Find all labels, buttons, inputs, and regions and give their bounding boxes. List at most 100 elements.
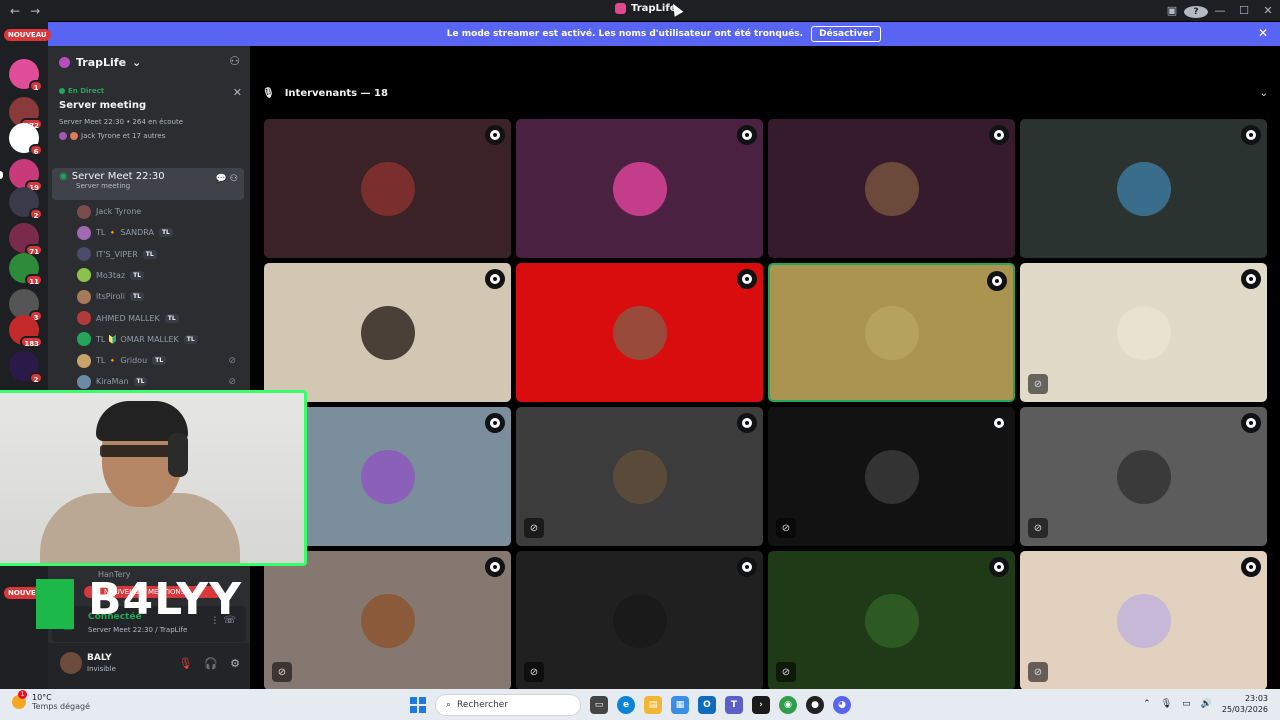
server-icon[interactable]: 19: [9, 159, 43, 192]
search-icon: ⌕: [446, 700, 452, 710]
mic-tray-icon[interactable]: 🎙: [1161, 699, 1172, 709]
settings-gear-icon[interactable]: ⚙: [230, 657, 240, 670]
speaker-tile[interactable]: [768, 119, 1015, 258]
moderator-badge-icon[interactable]: [485, 269, 505, 289]
voice-user[interactable]: TL 🔸 SANDRA TL: [77, 224, 242, 241]
speaker-tile[interactable]: ⊘: [768, 407, 1015, 546]
role-badge: TL: [133, 377, 148, 387]
speaker-tile[interactable]: ⊘: [1020, 551, 1267, 690]
stage-area: 🎙 Intervenants — 18 ⌄ ⊘ ⊘ ⊘ ⊘ ⊘ ⊘ ⊘ ⊘: [250, 46, 1280, 690]
obs-icon[interactable]: ●: [806, 696, 824, 714]
moderator-badge-icon[interactable]: [1241, 269, 1261, 289]
moderator-badge-icon[interactable]: [1241, 557, 1261, 577]
minimize-button[interactable]: —: [1208, 4, 1232, 17]
moderator-badge-icon[interactable]: [989, 413, 1009, 433]
moderator-badge-icon[interactable]: [485, 125, 505, 145]
headphones-icon[interactable]: 🎧: [204, 657, 218, 670]
close-card-icon[interactable]: ✕: [233, 86, 242, 99]
moderator-badge-icon[interactable]: [989, 125, 1009, 145]
server-icon[interactable]: 6: [9, 123, 43, 156]
weather-widget[interactable]: 1 10°C Temps dégagé: [12, 690, 90, 711]
moderator-badge-icon[interactable]: [737, 557, 757, 577]
help-icon[interactable]: ?: [1184, 4, 1208, 18]
moderator-badge-icon[interactable]: [989, 557, 1009, 577]
voice-user[interactable]: KiraMan TL ⊘: [77, 373, 242, 390]
edge-icon[interactable]: e: [617, 696, 635, 714]
chrome-icon[interactable]: ◉: [779, 696, 797, 714]
speaker-tile[interactable]: ⊘: [516, 407, 763, 546]
moderator-badge-icon[interactable]: [737, 269, 757, 289]
discord-app: ← → TrapLife ▣ ? — ☐ ✕ Le mode streamer …: [0, 0, 1280, 720]
chevron-down-icon[interactable]: ⌄: [1260, 88, 1268, 99]
speaker-tile[interactable]: [1020, 119, 1267, 258]
disable-streamer-button[interactable]: Désactiver: [811, 26, 882, 42]
server-icon[interactable]: 11: [9, 253, 43, 286]
mouse-cursor-icon: [668, 1, 684, 17]
server-icon[interactable]: 71: [9, 223, 43, 256]
outlook-icon[interactable]: O: [698, 696, 716, 714]
clock[interactable]: 23:03 25/03/2026: [1222, 693, 1268, 715]
voice-user[interactable]: AHMED MALLEK TL: [77, 310, 242, 327]
user-name[interactable]: BALY: [87, 653, 112, 663]
mic-muted-icon[interactable]: 🎙: [178, 657, 192, 670]
mic-muted-icon: ⊘: [228, 355, 236, 366]
speaker-tile[interactable]: [264, 119, 511, 258]
close-banner-icon[interactable]: ✕: [1258, 26, 1268, 40]
speaker-tile[interactable]: ⊘: [516, 551, 763, 690]
moderator-badge-icon[interactable]: [1241, 413, 1261, 433]
back-arrow-icon[interactable]: ←: [10, 4, 20, 18]
terminal-icon[interactable]: ›: [752, 696, 770, 714]
teams-icon[interactable]: T: [725, 696, 743, 714]
forward-arrow-icon[interactable]: →: [30, 4, 40, 18]
server-icon[interactable]: 2: [9, 351, 43, 384]
speaker-tile[interactable]: ⊘: [1020, 407, 1267, 546]
chat-icon[interactable]: 💬 ⚇: [216, 174, 238, 184]
server-icon[interactable]: 183: [9, 315, 43, 348]
chevron-down-icon: ⌄: [132, 55, 142, 69]
discord-icon[interactable]: ◕: [833, 696, 851, 714]
speaker-tile[interactable]: [264, 263, 511, 402]
speaker-tile[interactable]: [768, 263, 1015, 402]
stage-channel-active[interactable]: ◉ Server Meet 22:30 Server meeting 💬 ⚇: [52, 168, 244, 200]
voice-user[interactable]: Mo3taz TL: [77, 267, 242, 284]
taskbar-search[interactable]: ⌕ Rechercher: [435, 694, 581, 716]
maximize-button[interactable]: ☐: [1232, 4, 1256, 17]
speaker-tile[interactable]: [516, 263, 763, 402]
task-view-icon[interactable]: ▭: [590, 696, 608, 714]
voice-user[interactable]: TL 🔸 Gridou TL ⊘: [77, 352, 242, 369]
avatar[interactable]: [60, 652, 82, 674]
mic-muted-icon: ⊘: [776, 662, 796, 682]
voice-user[interactable]: ItsPiroli TL: [77, 288, 242, 305]
moderator-badge-icon[interactable]: [737, 125, 757, 145]
speaker-tile[interactable]: ⊘: [1020, 263, 1267, 402]
moderator-badge-icon[interactable]: [987, 271, 1007, 291]
speaker-tile[interactable]: [516, 119, 763, 258]
channel-name: Server Meet 22:30: [71, 171, 165, 182]
live-stage-card[interactable]: En Direct ✕ Server meeting Server Meet 2…: [56, 82, 242, 145]
file-explorer-icon[interactable]: ▤: [644, 696, 662, 714]
voice-user[interactable]: IT'S_VIPER TL: [77, 246, 242, 263]
moderator-badge-icon[interactable]: [485, 557, 505, 577]
moderator-badge-icon[interactable]: [737, 413, 757, 433]
speaker-tile[interactable]: ⊘: [768, 551, 1015, 690]
mic-muted-icon: ⊘: [272, 662, 292, 682]
store-icon[interactable]: ▦: [671, 696, 689, 714]
moderator-badge-icon[interactable]: [485, 413, 505, 433]
network-icon[interactable]: ▭: [1182, 699, 1191, 709]
speaker-tile[interactable]: ⊘: [264, 551, 511, 690]
windows-start-icon[interactable]: [410, 697, 426, 713]
role-badge: TL: [130, 270, 145, 280]
moderator-badge-icon[interactable]: [1241, 125, 1261, 145]
invite-people-icon[interactable]: ⚇: [229, 54, 240, 68]
server-icon[interactable]: 1: [9, 59, 43, 92]
voice-user-name: Mo3taz: [96, 270, 126, 280]
voice-user[interactable]: TL 🔰 OMAR MALLEK TL: [77, 331, 242, 348]
connection-sub[interactable]: Server Meet 22:30 / TrapLife: [88, 626, 187, 634]
chevron-up-icon[interactable]: ⌃: [1143, 699, 1151, 709]
close-window-button[interactable]: ✕: [1256, 4, 1280, 17]
server-icon[interactable]: 2: [9, 187, 43, 220]
inbox-icon[interactable]: ▣: [1160, 4, 1184, 17]
server-header[interactable]: TrapLife ⌄ ⚇: [48, 46, 250, 78]
voice-user[interactable]: Jack Tyrone: [77, 203, 242, 220]
volume-icon[interactable]: 🔊: [1201, 699, 1212, 709]
